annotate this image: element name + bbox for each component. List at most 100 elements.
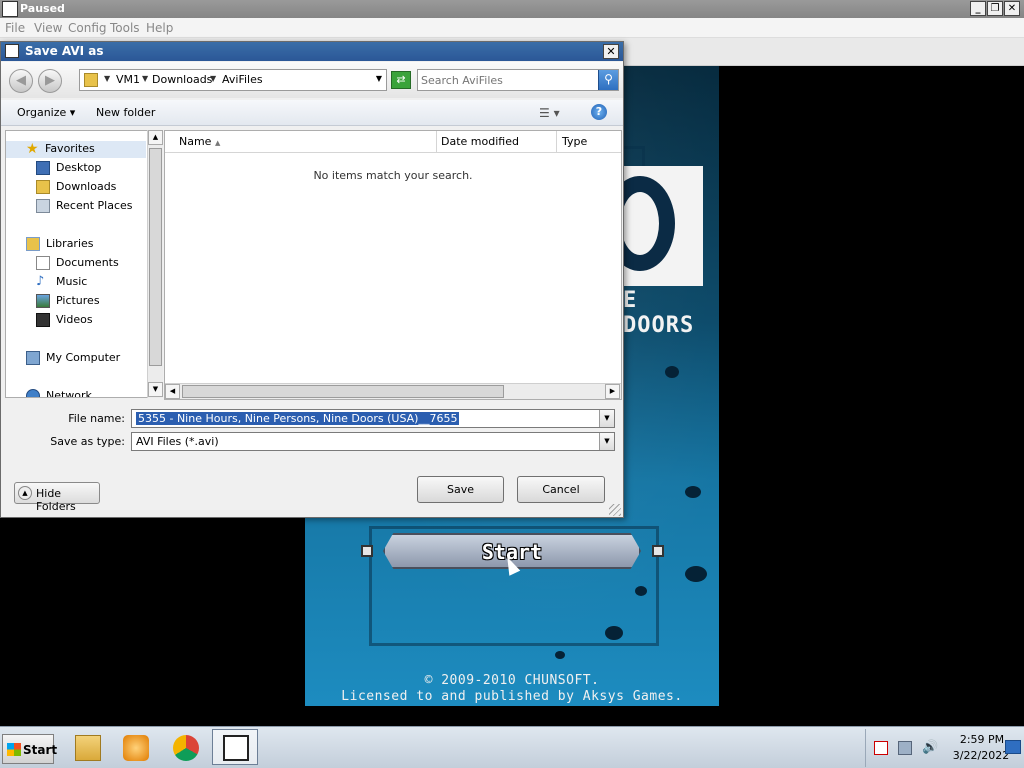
nav-item-label: Music (56, 275, 88, 288)
menu-tools[interactable]: Tools (110, 21, 140, 35)
start-button[interactable]: Start (2, 734, 57, 764)
file-list[interactable]: Name ▲ Date modified Type No items match… (164, 130, 622, 400)
music-icon: ♪ (36, 274, 45, 289)
nav-item-label: Documents (56, 256, 119, 269)
downloads-icon (36, 180, 50, 194)
desmume-app-icon (2, 1, 18, 17)
file-list-header: Name ▲ Date modified Type (165, 131, 621, 153)
chrome-icon (173, 735, 199, 761)
start-right-cap (652, 545, 664, 557)
resize-grip-icon[interactable] (609, 504, 621, 516)
command-bar: Organize ▾ New folder ☰ ▾ ? (1, 100, 623, 126)
file-explorer-icon (75, 735, 101, 761)
show-desktop-icon[interactable] (1005, 740, 1021, 754)
forward-button[interactable]: ▶ (38, 69, 62, 93)
organize-label: Organize (17, 106, 67, 119)
scroll-left-icon[interactable]: ◀ (165, 384, 180, 399)
column-name[interactable]: Name ▲ (165, 131, 437, 153)
file-name-value: 5355 - Nine Hours, Nine Persons, Nine Do… (136, 412, 460, 425)
breadcrumb-arrow-icon[interactable]: ▼ (210, 74, 216, 83)
new-folder-button[interactable]: New folder (96, 106, 155, 119)
help-icon[interactable]: ? (591, 104, 607, 120)
pictures-icon (36, 294, 50, 308)
emulator-titlebar: Paused _ ❐ ✕ (0, 0, 1024, 18)
cancel-button[interactable]: Cancel (517, 476, 605, 503)
nav-item-label: Pictures (56, 294, 100, 307)
nav-item-label: Recent Places (56, 199, 133, 212)
taskbar-file-explorer[interactable] (64, 729, 110, 765)
dialog-titlebar: Save AVI as ✕ (1, 42, 623, 61)
chevron-down-icon[interactable]: ▼ (599, 410, 614, 427)
network-tray-icon[interactable] (898, 741, 912, 755)
restore-button[interactable]: ❐ (987, 1, 1003, 16)
dialog-title: Save AVI as (25, 44, 104, 58)
column-type[interactable]: Type (557, 131, 621, 153)
nav-pane-scrollbar[interactable]: ▲ ▼ (147, 130, 163, 398)
menu-help[interactable]: Help (146, 21, 173, 35)
navigation-pane: ★ Favorites Desktop Downloads Recent Pla… (5, 130, 163, 398)
hide-folders-button[interactable]: ▲ Hide Folders (14, 482, 100, 513)
documents-icon (36, 256, 50, 270)
address-bar[interactable]: ▼ VM1 ▼ Downloads ▼ AviFiles ▼ (79, 69, 387, 91)
folder-icon (84, 73, 98, 87)
file-list-hscrollbar[interactable]: ◀ ▶ (165, 383, 621, 399)
chevron-down-icon[interactable]: ▼ (599, 433, 614, 450)
scroll-up-icon[interactable]: ▲ (148, 130, 163, 145)
column-date-modified[interactable]: Date modified (437, 131, 557, 153)
taskbar-media-player[interactable] (112, 729, 158, 765)
desktop-icon (36, 161, 50, 175)
taskbar-chrome[interactable] (162, 729, 208, 765)
organize-button[interactable]: Organize ▾ (17, 106, 75, 119)
close-button[interactable]: ✕ (1004, 1, 1020, 16)
column-name-label: Name (179, 135, 212, 148)
collapse-up-icon: ▲ (18, 486, 32, 500)
desmume-icon (223, 735, 249, 761)
breadcrumb-arrow-icon[interactable]: ▼ (142, 74, 148, 83)
nav-item-label: Favorites (45, 142, 95, 155)
view-options-icon[interactable]: ☰ ▾ (539, 106, 560, 120)
libraries-icon (26, 237, 40, 251)
refresh-button[interactable]: ⇄ (391, 71, 411, 89)
nav-item-label: Libraries (46, 237, 94, 250)
dialog-close-button[interactable]: ✕ (603, 44, 619, 59)
search-box[interactable]: ⚲ (417, 69, 619, 91)
search-input[interactable] (421, 72, 596, 88)
clock-time[interactable]: 2:59 PM (952, 733, 1012, 746)
minimize-button[interactable]: _ (970, 1, 986, 16)
network-icon (26, 389, 40, 397)
save-as-type-label: Save as type: (50, 435, 125, 448)
taskbar-desmume[interactable] (212, 729, 258, 765)
menu-file[interactable]: File (5, 21, 25, 35)
taskbar: Start 🔊 2:59 PM 3/22/2022 (0, 726, 1024, 768)
scroll-thumb[interactable] (149, 148, 162, 366)
blood-splat (685, 566, 707, 582)
breadcrumb-avifiles[interactable]: AviFiles (222, 73, 263, 86)
file-name-field[interactable]: 5355 - Nine Hours, Nine Persons, Nine Do… (131, 409, 615, 428)
back-button[interactable]: ◀ (9, 69, 33, 93)
emulator-title: Paused (20, 2, 65, 15)
menu-config[interactable]: Config (68, 21, 107, 35)
blood-splat (685, 486, 701, 498)
nav-item-favorites[interactable]: ★ Favorites (6, 141, 146, 158)
address-dropdown-icon[interactable]: ▼ (376, 74, 382, 83)
file-name-label: File name: (68, 412, 125, 425)
scroll-right-icon[interactable]: ▶ (605, 384, 620, 399)
blood-splat (635, 586, 647, 596)
recent-places-icon (36, 199, 50, 213)
search-icon[interactable]: ⚲ (598, 70, 618, 90)
action-center-flag-icon[interactable] (874, 741, 888, 755)
menu-view[interactable]: View (34, 21, 62, 35)
breadcrumb-arrow-icon[interactable]: ▼ (104, 74, 110, 83)
scroll-thumb[interactable] (182, 385, 504, 398)
emulator-menubar: File View Config Tools Help (0, 18, 1024, 38)
videos-icon (36, 313, 50, 327)
volume-icon[interactable]: 🔊 (922, 741, 938, 755)
dialog-app-icon (5, 44, 19, 58)
save-button[interactable]: Save (417, 476, 504, 503)
blood-splat (665, 366, 679, 378)
save-as-type-select[interactable]: AVI Files (*.avi) ▼ (131, 432, 615, 451)
breadcrumb-downloads[interactable]: Downloads (152, 73, 212, 86)
breadcrumb-vm1[interactable]: VM1 (116, 73, 140, 86)
system-tray: 🔊 2:59 PM 3/22/2022 (865, 729, 1024, 767)
scroll-down-icon[interactable]: ▼ (148, 382, 163, 397)
